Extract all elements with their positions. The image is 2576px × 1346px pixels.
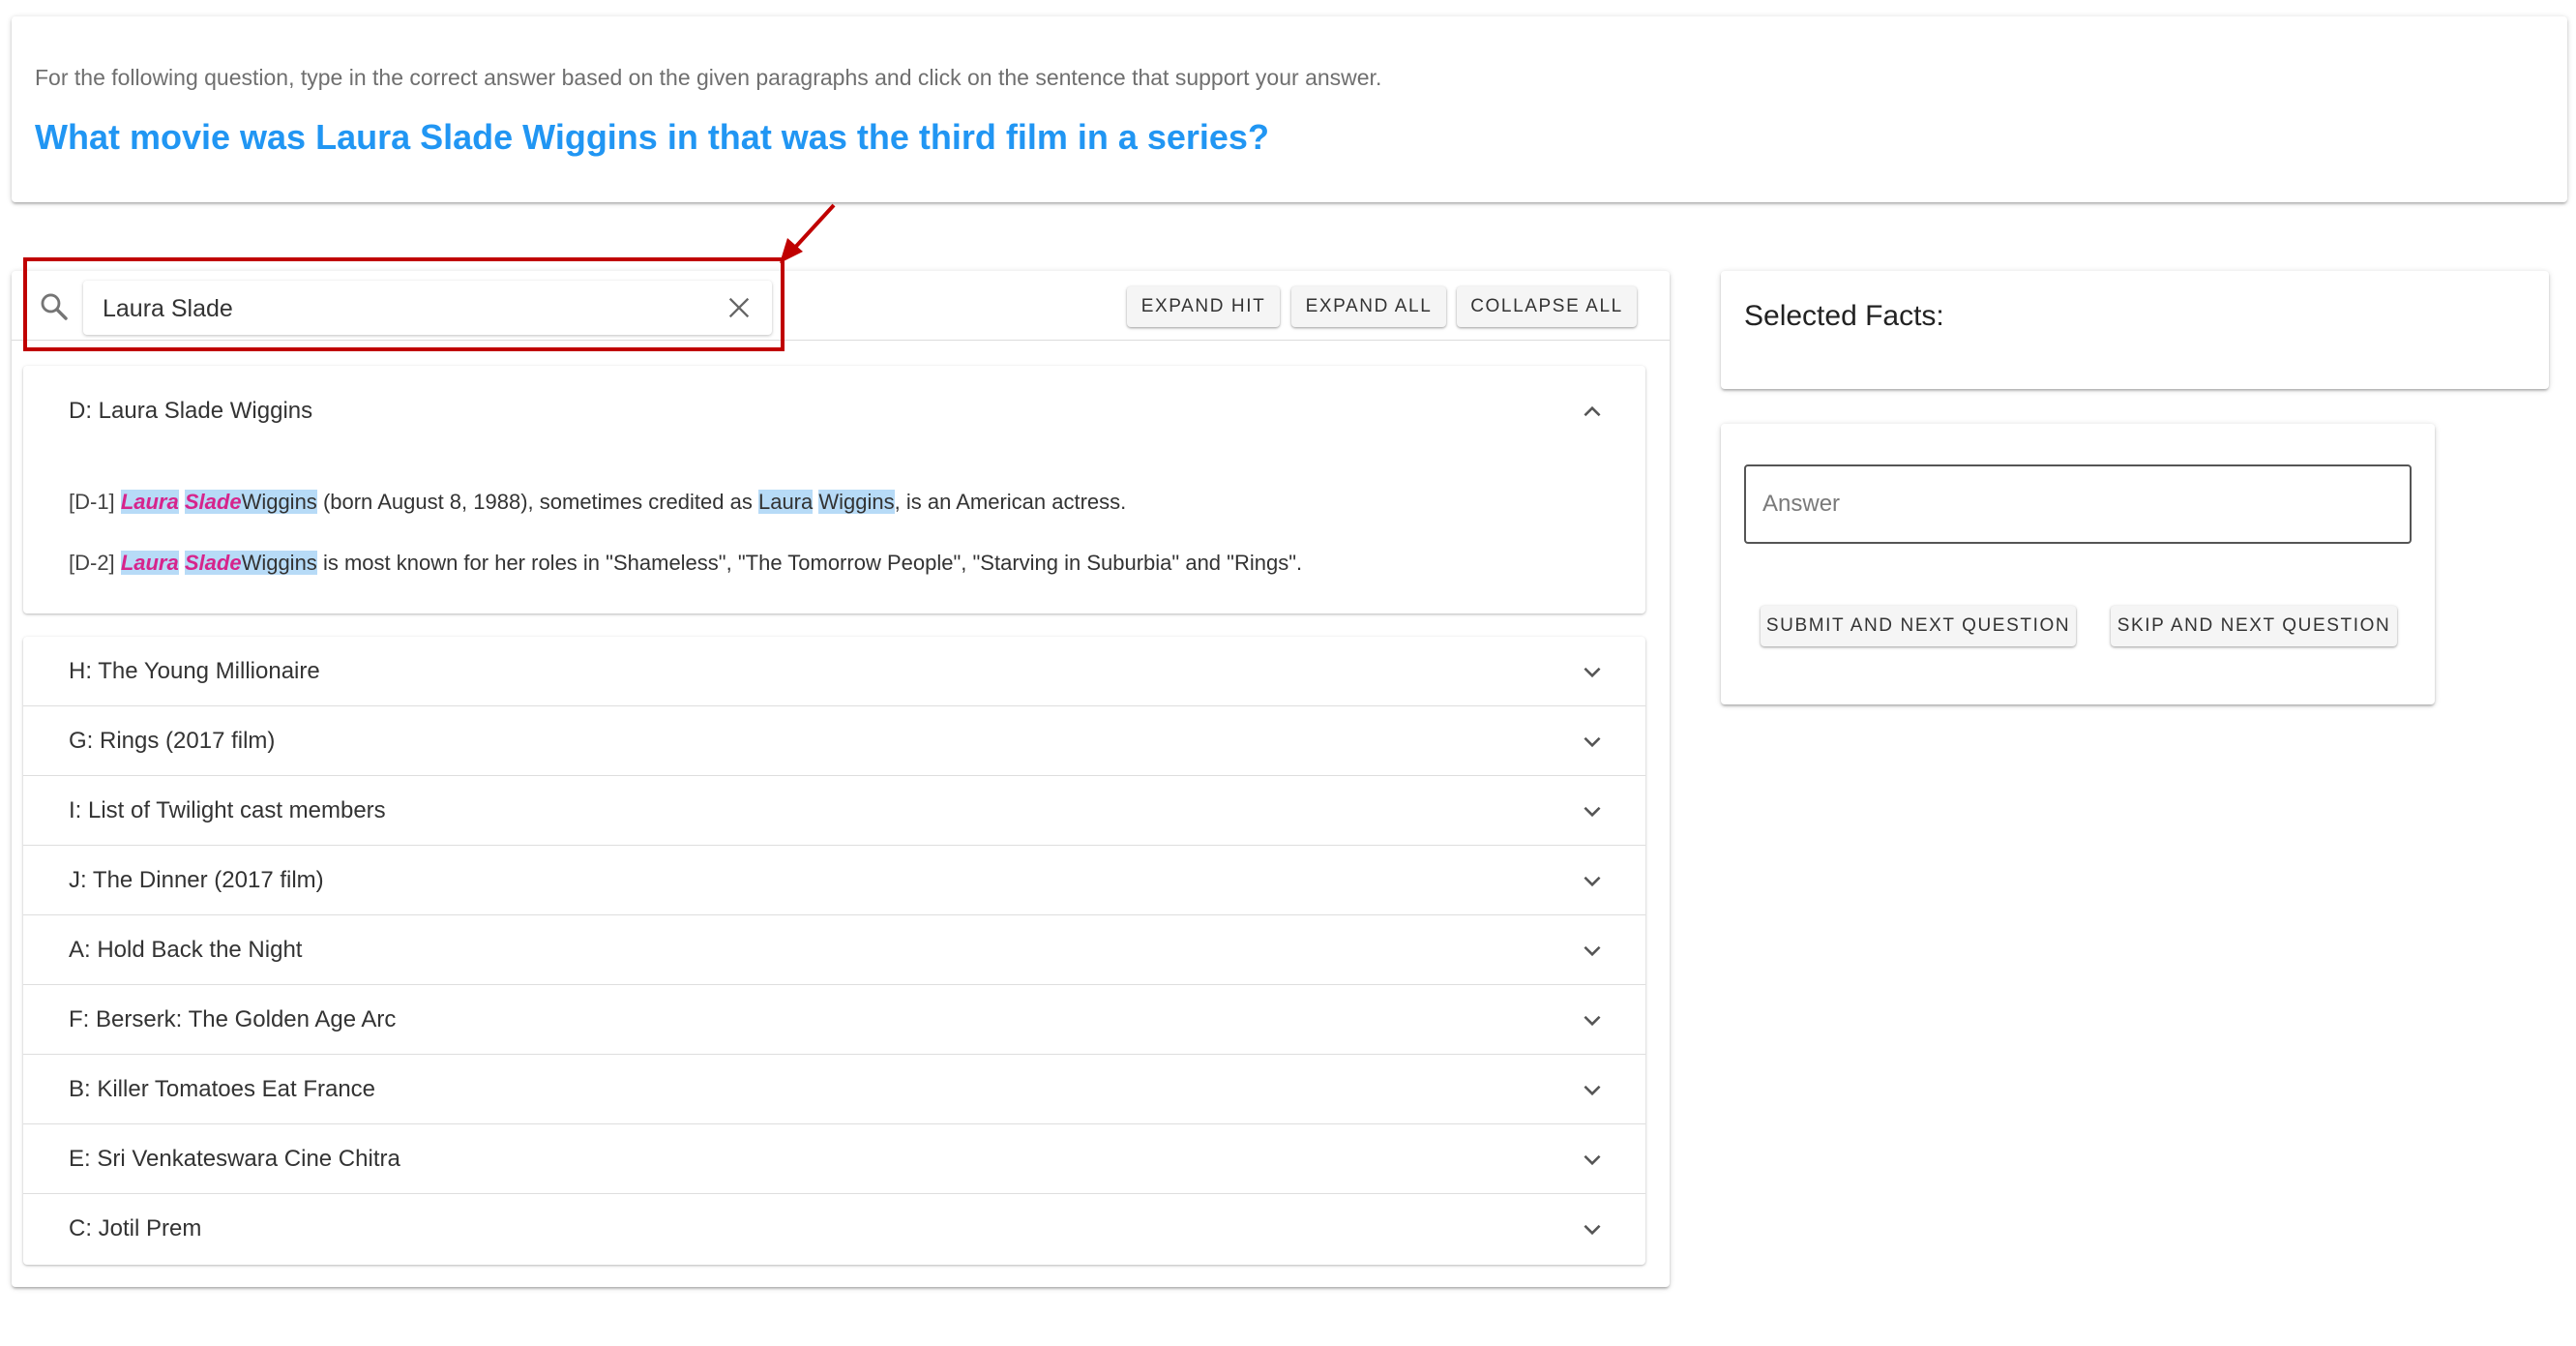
chevron-down-icon[interactable] (1580, 1147, 1605, 1172)
search-match: Laura (120, 551, 179, 575)
sentence-tag: [D-1] (69, 490, 115, 514)
chevron-down-icon[interactable] (1580, 868, 1605, 893)
document-f-panel[interactable]: F: Berserk: The Golden Age Arc (23, 985, 1645, 1055)
document-d-title[interactable]: D: Laura Slade Wiggins (69, 398, 312, 425)
document-j-panel[interactable]: J: The Dinner (2017 film) (23, 846, 1645, 915)
highlight-word: Laura (757, 490, 814, 514)
answer-input[interactable]: Answer (1744, 464, 2412, 544)
chevron-down-icon[interactable] (1580, 729, 1605, 754)
chevron-down-icon[interactable] (1580, 1007, 1605, 1032)
question-title: What movie was Laura Slade Wiggins in th… (35, 117, 1269, 157)
sentence-d-2[interactable]: [D-2] Laura SladeWiggins is most known f… (69, 551, 1302, 576)
sentence-d-1[interactable]: [D-1] Laura SladeWiggins (born August 8,… (69, 490, 1126, 515)
document-title: H: The Young Millionaire (69, 658, 320, 684)
document-b-panel[interactable]: B: Killer Tomatoes Eat France (23, 1055, 1645, 1124)
search-match: Laura (120, 490, 179, 514)
chevron-down-icon[interactable] (1580, 1077, 1605, 1102)
document-title: I: List of Twilight cast members (69, 797, 386, 823)
document-title: A: Hold Back the Night (69, 937, 303, 963)
chevron-down-icon[interactable] (1580, 659, 1605, 684)
collapsed-documents-list: H: The Young Millionaire G: Rings (2017 … (23, 637, 1645, 1265)
document-c-panel[interactable]: C: Jotil Prem (23, 1194, 1645, 1264)
submit-next-question-button[interactable]: SUBMIT AND NEXT QUESTION (1761, 606, 2076, 646)
chevron-down-icon[interactable] (1580, 938, 1605, 963)
document-title: C: Jotil Prem (69, 1215, 202, 1241)
skip-next-question-button[interactable]: SKIP AND NEXT QUESTION (2111, 606, 2397, 646)
highlight-word: Wiggins (241, 490, 317, 514)
answer-card: Answer SUBMIT AND NEXT QUESTION SKIP AND… (1721, 424, 2435, 704)
search-match: Slade (184, 551, 242, 575)
document-e-panel[interactable]: E: Sri Venkateswara Cine Chitra (23, 1124, 1645, 1194)
document-h-panel[interactable]: H: The Young Millionaire (23, 637, 1645, 706)
document-g-panel[interactable]: G: Rings (2017 film) (23, 706, 1645, 776)
sentence-tag: [D-2] (69, 551, 115, 575)
sentence-text: (born August 8, 1988), sometimes credite… (322, 490, 753, 514)
collapse-all-button[interactable]: COLLAPSE ALL (1457, 286, 1637, 327)
document-i-panel[interactable]: I: List of Twilight cast members (23, 776, 1645, 846)
chevron-down-icon[interactable] (1580, 1216, 1605, 1241)
search-match: Slade (184, 490, 242, 514)
instruction-text: For the following question, type in the … (35, 65, 1382, 90)
document-d-panel: D: Laura Slade Wiggins [D-1] Laura Slade… (23, 366, 1645, 613)
sentence-text: is most known for her roles in "Shameles… (322, 551, 1303, 575)
document-title: G: Rings (2017 film) (69, 728, 276, 754)
expand-hit-button[interactable]: EXPAND HIT (1127, 286, 1280, 327)
selected-facts-title: Selected Facts: (1744, 300, 1944, 332)
answer-placeholder: Answer (1762, 491, 1841, 517)
highlight-word: Wiggins (241, 551, 317, 575)
chevron-down-icon[interactable] (1580, 798, 1605, 823)
question-card: For the following question, type in the … (12, 16, 2567, 202)
sentence-text: , is an American actress. (894, 490, 1127, 514)
document-title: E: Sri Venkateswara Cine Chitra (69, 1146, 400, 1172)
document-a-panel[interactable]: A: Hold Back the Night (23, 915, 1645, 985)
document-title: J: The Dinner (2017 film) (69, 867, 324, 893)
annotation-arrow-icon (780, 203, 836, 263)
expand-all-button[interactable]: EXPAND ALL (1291, 286, 1446, 327)
document-title: F: Berserk: The Golden Age Arc (69, 1006, 397, 1032)
document-title: B: Killer Tomatoes Eat France (69, 1076, 376, 1102)
annotation-highlight-box (23, 257, 785, 351)
chevron-up-icon[interactable] (1580, 400, 1605, 425)
selected-facts-card: Selected Facts: (1721, 271, 2549, 389)
highlight-word: Wiggins (818, 490, 895, 514)
